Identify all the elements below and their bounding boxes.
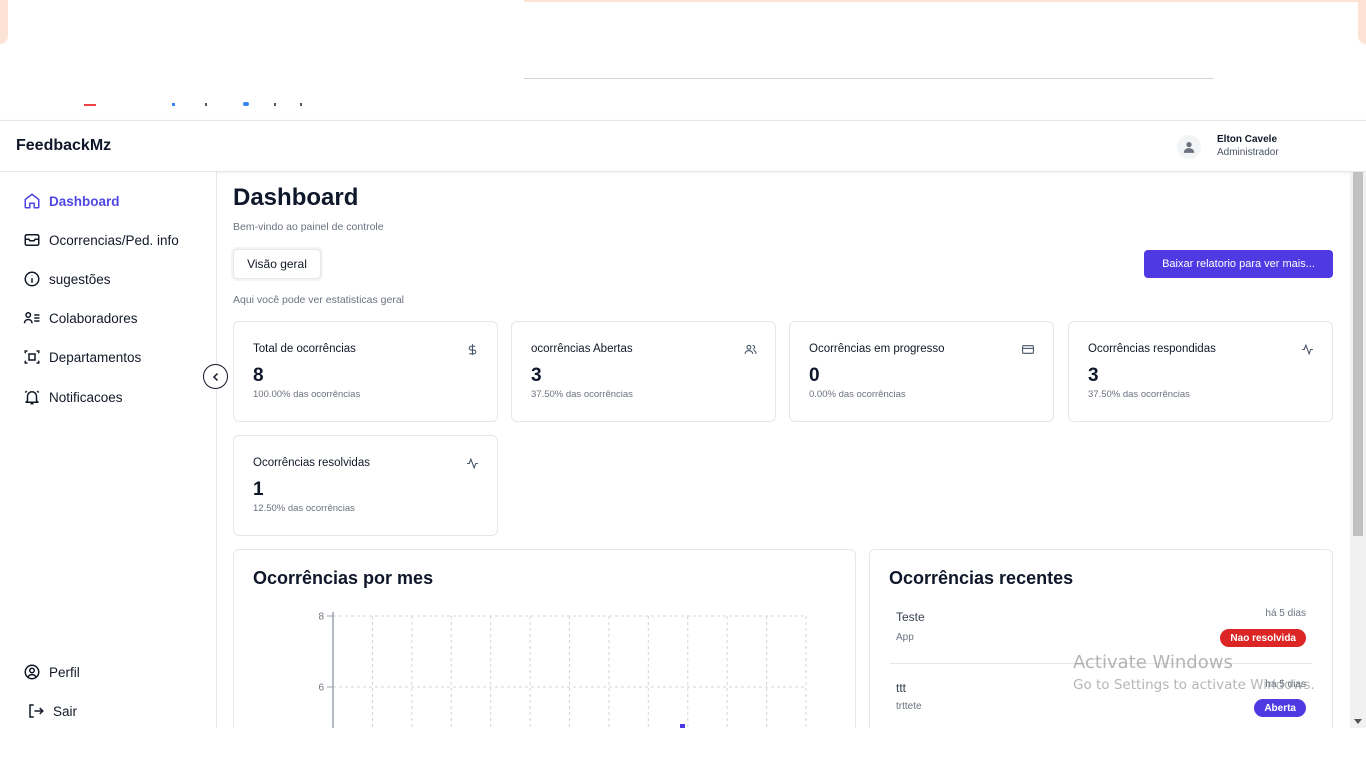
stat-label: ocorrências Abertas: [531, 343, 633, 355]
sidebar-item-ocorrencias[interactable]: Ocorrencias/Ped. info: [22, 229, 179, 251]
page-bottom: [0, 728, 1366, 768]
main-content: Dashboard Bem-vindo ao painel de control…: [217, 172, 1350, 728]
recent-item-time: há 5 dias: [1265, 608, 1306, 619]
decor-mark: [84, 104, 96, 106]
stat-label: Ocorrências em progresso: [809, 343, 945, 355]
download-report-button[interactable]: Baixar relatorio para ver mais...: [1144, 250, 1333, 278]
sidebar-item-label: Ocorrencias/Ped. info: [49, 232, 179, 248]
activation-watermark-title: Activate Windows: [1073, 652, 1233, 673]
user-circle-icon: [22, 663, 41, 682]
stat-value: 3: [1088, 365, 1099, 386]
stat-percent: 12.50% das ocorrências: [253, 503, 355, 514]
recent-title: Ocorrências recentes: [889, 568, 1074, 588]
sidebar-item-colaboradores[interactable]: Colaboradores: [22, 307, 138, 329]
bell-icon: [22, 388, 41, 407]
page-subtitle: Bem-vindo ao painel de controle: [233, 221, 384, 233]
stat-card-total: Total de ocorrências 8 100.00% das ocorr…: [233, 321, 498, 422]
user-role: Administrador: [1217, 147, 1279, 158]
building-scan-icon: [22, 348, 41, 367]
inbox-icon: [22, 231, 41, 250]
stat-value: 3: [531, 365, 542, 386]
users-icon: [743, 342, 757, 356]
stat-value: 0: [809, 365, 820, 386]
decor-mark: [172, 103, 175, 106]
chart-tick-label: 8: [318, 612, 324, 623]
monthly-chart: 86: [318, 612, 807, 728]
dollar-icon: [465, 342, 479, 356]
stat-percent: 100.00% das ocorrências: [253, 389, 361, 400]
app-header: FeedbackMz Elton Cavele Administrador: [0, 120, 1366, 172]
avatar[interactable]: [1177, 135, 1201, 159]
home-icon: [22, 192, 41, 211]
decor-divider: [524, 78, 1214, 79]
status-badge: Nao resolvida: [1220, 629, 1306, 647]
sidebar-item-sugestoes[interactable]: sugestões: [22, 268, 111, 290]
stat-card-resolvidas: Ocorrências resolvidas 1 12.50% das ocor…: [233, 435, 498, 536]
recent-item-sub: App: [896, 632, 914, 643]
sidebar-item-label: Sair: [53, 703, 78, 719]
stat-card-respondidas: Ocorrências respondidas 3 37.50% das oco…: [1068, 321, 1333, 422]
activity-icon: [1300, 342, 1314, 356]
sidebar-item-label: Notificacoes: [49, 389, 123, 405]
stat-card-abertas: ocorrências Abertas 3 37.50% das ocorrên…: [511, 321, 776, 422]
recent-item-title: Teste: [896, 610, 925, 624]
recent-item-sub: trttete: [896, 701, 922, 712]
user-icon: [1183, 142, 1195, 153]
info-icon: [22, 270, 41, 289]
page-title: Dashboard: [233, 184, 359, 211]
credit-card-icon: [1021, 342, 1035, 356]
decor-top-line: [524, 0, 1358, 2]
chart-panel: Ocorrências por mes 86: [233, 549, 856, 728]
stat-percent: 0.00% das ocorrências: [809, 389, 906, 400]
sidebar-item-dashboard[interactable]: Dashboard: [22, 190, 120, 212]
decor-right: [1358, 0, 1366, 44]
sidebar-item-label: Colaboradores: [49, 310, 138, 326]
sidebar-item-notificacoes[interactable]: Notificacoes: [22, 386, 123, 408]
decor-mark: [205, 103, 207, 106]
brand-name[interactable]: FeedbackMz: [16, 137, 111, 155]
tab-description: Aqui você pode ver estatisticas geral: [233, 294, 405, 306]
logout-icon: [26, 702, 45, 721]
sidebar-item-sair[interactable]: Sair: [26, 700, 77, 722]
stat-label: Ocorrências resolvidas: [253, 457, 370, 469]
sidebar-item-perfil[interactable]: Perfil: [22, 661, 80, 683]
sidebar: Dashboard Ocorrencias/Ped. info sugestõe…: [0, 172, 217, 728]
stat-percent: 37.50% das ocorrências: [531, 389, 633, 400]
sidebar-item-label: Perfil: [49, 664, 80, 680]
user-name: Elton Cavele: [1217, 134, 1278, 145]
top-browser-area: [0, 0, 1366, 120]
recent-item-title: ttt: [896, 681, 907, 695]
sidebar-item-label: Departamentos: [49, 349, 142, 365]
sidebar-item-label: Dashboard: [49, 193, 120, 209]
activation-watermark-text: Go to Settings to activate Windows.: [1073, 677, 1315, 693]
scrollbar-thumb[interactable]: [1353, 172, 1363, 536]
chart-tick-label: 6: [318, 683, 324, 694]
stat-value: 1: [253, 479, 264, 500]
sidebar-item-departamentos[interactable]: Departamentos: [22, 346, 141, 368]
stat-value: 8: [253, 365, 264, 386]
stat-card-progresso: Ocorrências em progresso 0 0.00% das oco…: [789, 321, 1054, 422]
decor-mark: [274, 103, 276, 106]
tab-visao-geral[interactable]: Visão geral: [233, 249, 321, 279]
status-badge: Aberta: [1254, 699, 1306, 717]
sidebar-item-label: sugestões: [49, 271, 111, 287]
stat-label: Total de ocorrências: [253, 343, 356, 355]
stat-percent: 37.50% das ocorrências: [1088, 389, 1190, 400]
scroll-down-arrow[interactable]: [1354, 719, 1362, 724]
decor-left: [0, 0, 8, 44]
decor-mark: [300, 103, 302, 106]
page-scrollbar[interactable]: [1350, 172, 1366, 728]
activity-icon: [465, 456, 479, 470]
stat-label: Ocorrências respondidas: [1088, 343, 1216, 355]
decor-mark: [243, 102, 249, 106]
users-list-icon: [22, 309, 41, 328]
list-item[interactable]: Teste há 5 dias App Nao resolvida: [890, 608, 1312, 658]
recent-panel: Ocorrências recentes Teste há 5 dias App…: [869, 549, 1333, 728]
